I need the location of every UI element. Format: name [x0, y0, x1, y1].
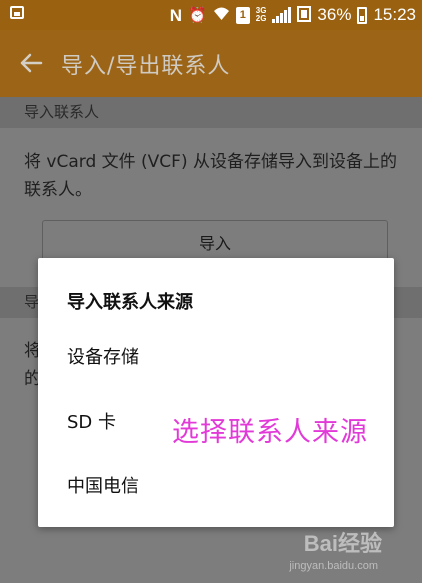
back-arrow-icon[interactable]	[18, 50, 44, 76]
option-china-telecom[interactable]: 中国电信	[38, 458, 394, 516]
section-header-import: 导入联系人	[0, 97, 422, 128]
app-bar: 导入/导出联系人	[0, 30, 422, 97]
image-icon	[10, 6, 24, 19]
import-description: 将 vCard 文件 (VCF) 从设备存储导入到设备上的联系人。	[24, 152, 397, 200]
wifi-icon	[213, 6, 230, 24]
dialog-title: 导入联系人来源	[67, 292, 193, 313]
status-time: 15:23	[373, 5, 416, 24]
watermark-logo: Bai经验	[303, 531, 382, 556]
baidu-watermark: Bai经验 jingyan.baidu.com	[254, 526, 404, 581]
nfc-icon: N	[169, 5, 183, 25]
page-title: 导入/导出联系人	[61, 54, 231, 79]
signal-icon	[272, 7, 292, 23]
battery-percent: 36%	[317, 5, 352, 24]
data-icon	[297, 5, 312, 25]
status-bar: N ⏰ 1 3G 2G 36% 15:23	[0, 0, 422, 30]
watermark-url: jingyan.baidu.com	[289, 560, 378, 572]
alarm-icon: ⏰	[188, 6, 207, 24]
status-icons: N ⏰ 1 3G 2G 36% 15:23	[170, 3, 416, 27]
network-type-label: 3G 2G	[256, 7, 267, 23]
sim-icon: 1	[235, 6, 250, 24]
network-2g-label: 2G	[255, 14, 267, 23]
option-device-storage[interactable]: 设备存储	[38, 329, 394, 387]
import-source-dialog: 导入联系人来源 设备存储 SD 卡 中国电信	[38, 258, 394, 527]
annotation-text: 选择联系人来源	[172, 417, 368, 448]
battery-icon	[357, 6, 368, 24]
